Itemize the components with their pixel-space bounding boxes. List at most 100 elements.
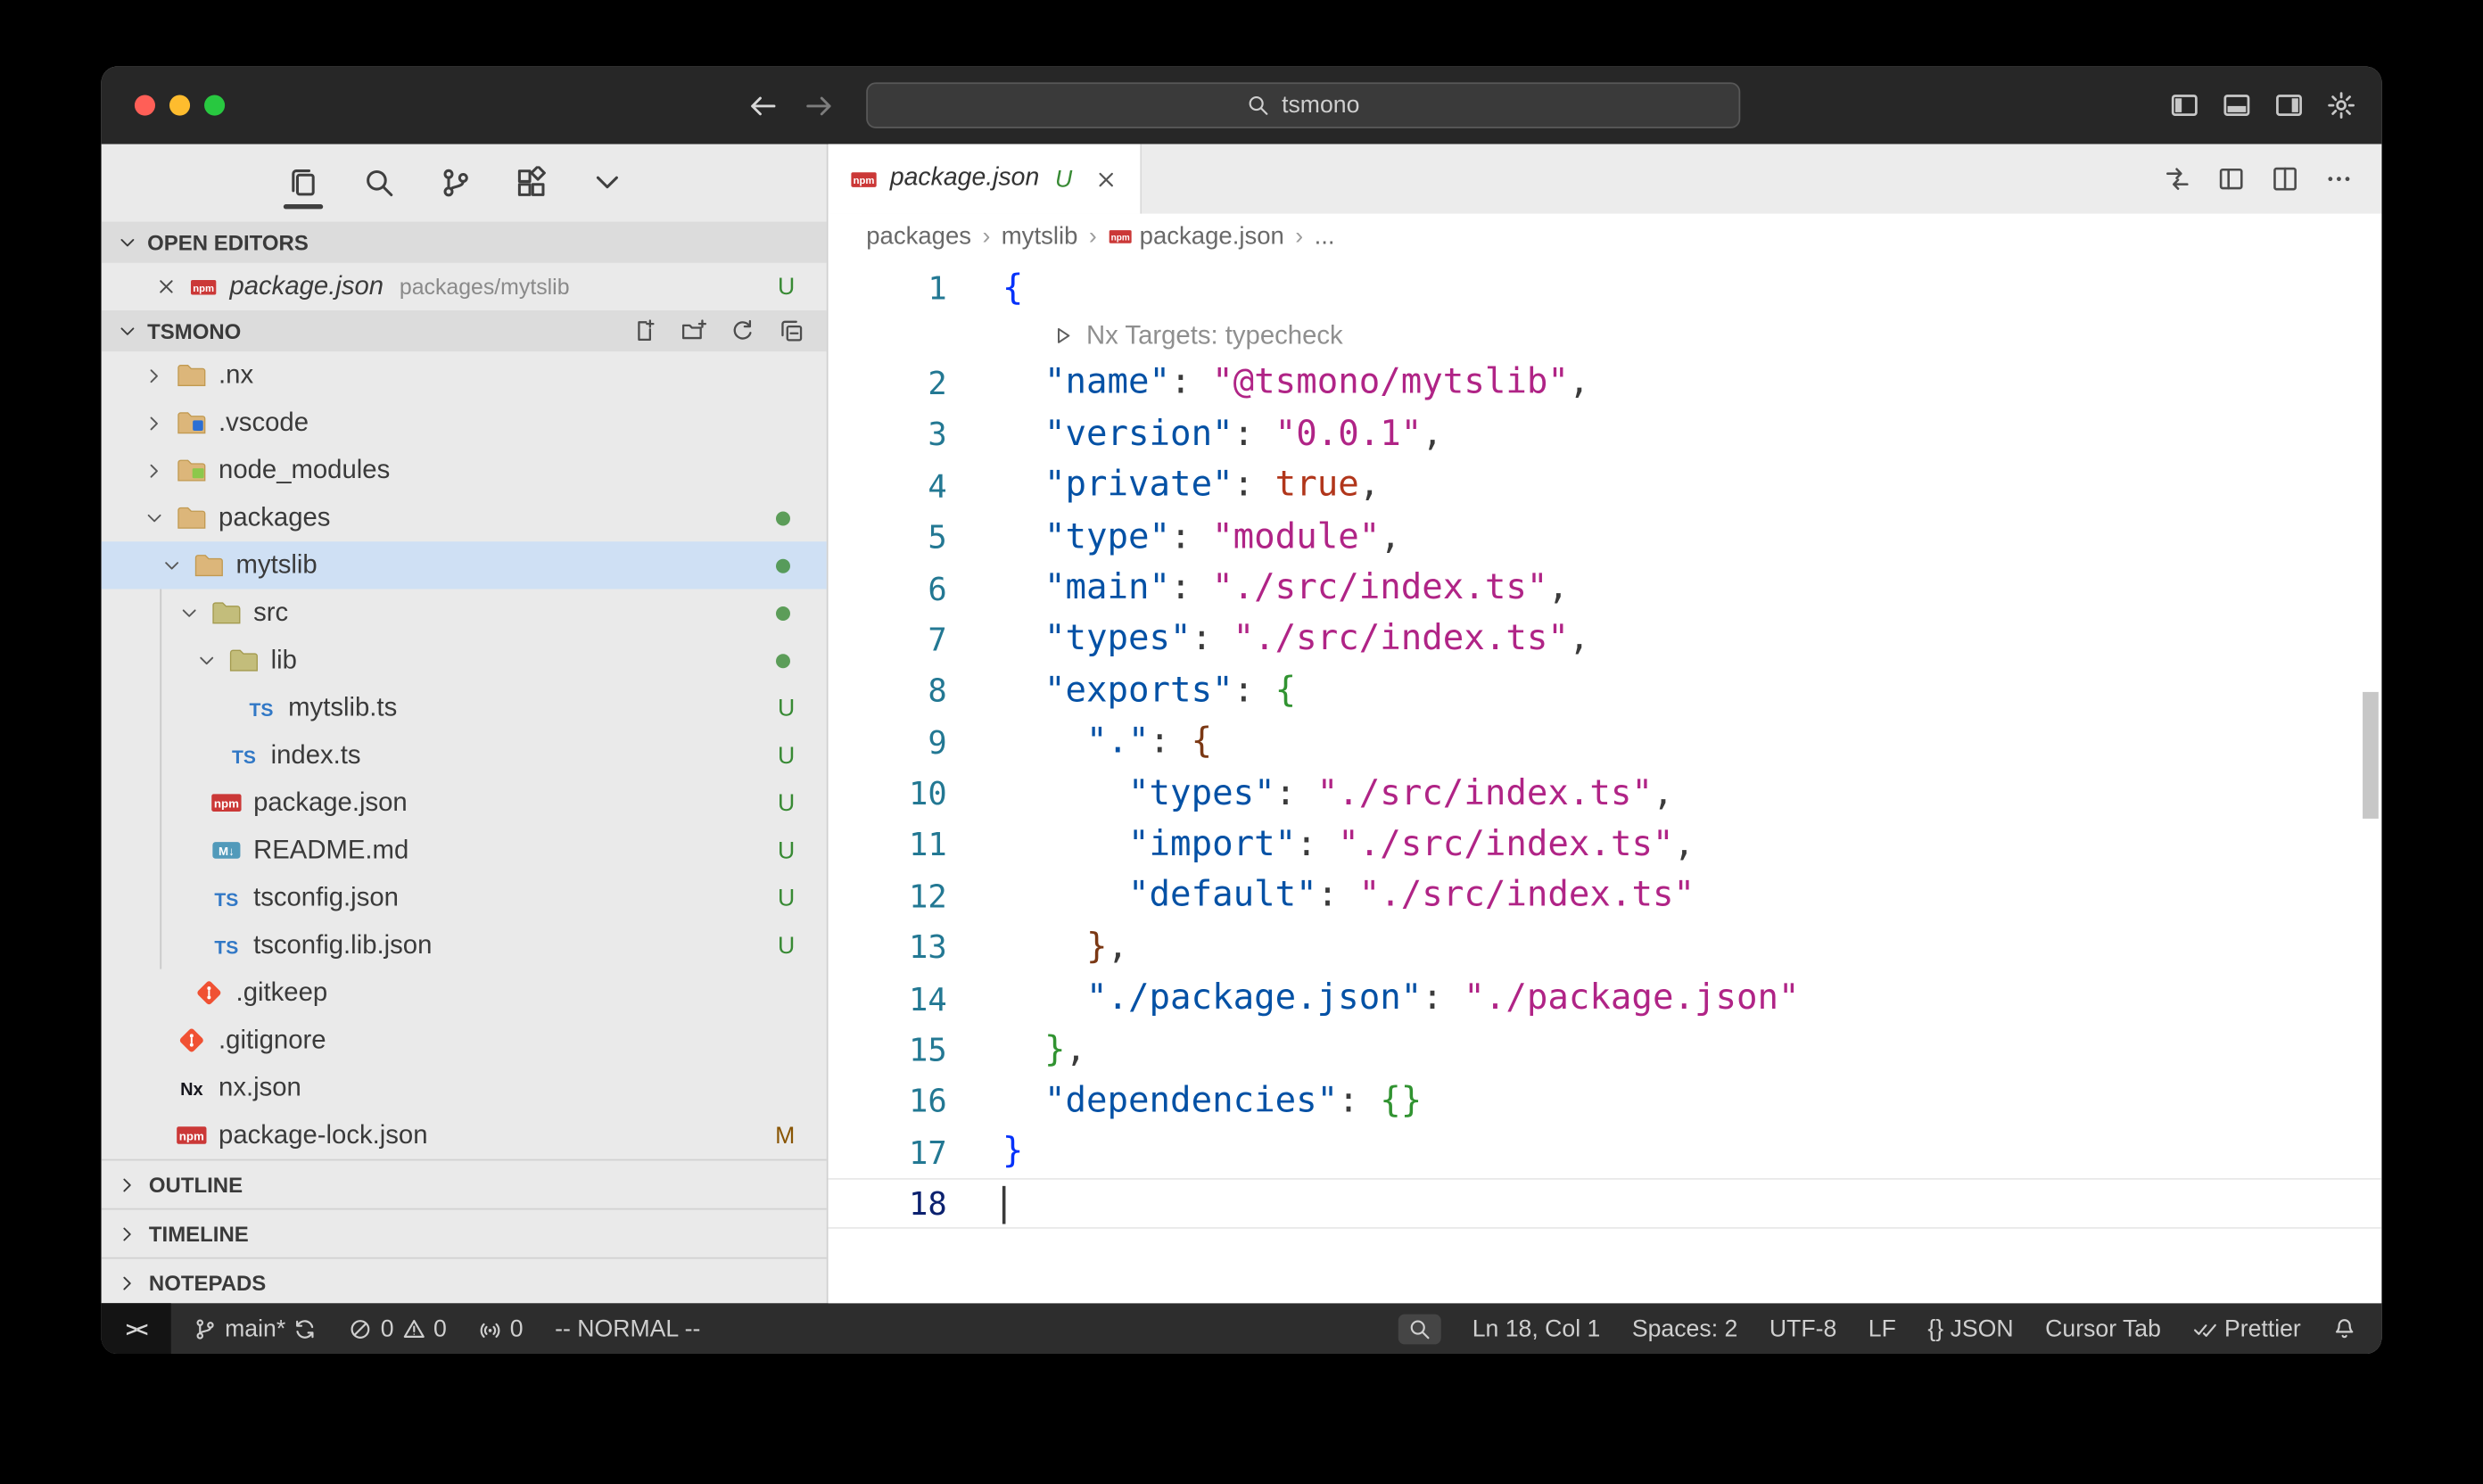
activity-icon-row [102, 144, 827, 222]
more-actions-button[interactable] [2324, 165, 2353, 194]
code-line-10[interactable]: 10 "types": "./src/index.ts", [829, 768, 2382, 820]
code-line-1[interactable]: 1{ [829, 263, 2382, 315]
status-vim-mode[interactable]: -- NORMAL -- [555, 1315, 700, 1342]
git-modified-dot [776, 511, 790, 525]
code-line-6[interactable]: 6 "main": "./src/index.ts", [829, 563, 2382, 614]
codelens-nx-targets[interactable]: Nx Targets: typecheck [829, 314, 2382, 358]
compare-changes-button[interactable] [2163, 165, 2191, 194]
toggle-primary-sidebar-button[interactable] [2169, 90, 2199, 120]
breadcrumb-item[interactable]: mytslib [1002, 222, 1078, 251]
new-folder-button[interactable] [681, 318, 705, 343]
tree-item-gitignore[interactable]: .gitignore [102, 1017, 827, 1064]
forward-button[interactable] [803, 89, 835, 121]
npm-icon: npm [174, 1119, 209, 1151]
line-content: "private": true, [947, 466, 1381, 505]
git-icon [192, 977, 227, 1009]
tree-item-lib[interactable]: lib [102, 637, 827, 684]
status-language-mode[interactable]: {} JSON [1927, 1315, 2013, 1342]
code-editor[interactable]: 1{Nx Targets: typecheck2 "name": "@tsmon… [829, 260, 2382, 1303]
tree-item-node-modules[interactable]: node_modules [102, 447, 827, 494]
tree-item-readme-md[interactable]: M↓README.mdU [102, 827, 827, 874]
split-editor-button[interactable] [2271, 165, 2299, 194]
status-cursor-position[interactable]: Ln 18, Col 1 [1472, 1315, 1601, 1342]
status-indentation[interactable]: Spaces: 2 [1632, 1315, 1737, 1342]
tree-item-src[interactable]: src [102, 589, 827, 636]
code-line-18[interactable]: 18 [829, 1178, 2382, 1230]
panel-notepads[interactable]: NOTEPADS [102, 1257, 827, 1303]
tree-item-label: src [253, 598, 288, 628]
refresh-explorer-button[interactable] [730, 318, 755, 343]
breadcrumb-label: ... [1315, 222, 1335, 251]
command-center-search[interactable]: tsmono [866, 82, 1740, 128]
code-line-7[interactable]: 7 "types": "./src/index.ts", [829, 614, 2382, 665]
status-remote-indicator[interactable]: >< [102, 1303, 171, 1354]
breadcrumb-item[interactable]: npmpackage.json [1108, 222, 1284, 251]
code-line-15[interactable]: 15 }, [829, 1025, 2382, 1076]
code-line-11[interactable]: 11 "import": "./src/index.ts", [829, 819, 2382, 870]
breadcrumb-item[interactable]: packages [866, 222, 971, 251]
minimize-window-button[interactable] [169, 95, 190, 116]
chevron-right-icon [133, 460, 174, 481]
explorer-header[interactable]: TSMONO [102, 310, 827, 351]
editor-scrollbar[interactable] [2363, 692, 2379, 819]
code-line-14[interactable]: 14 "./package.json": "./package.json" [829, 973, 2382, 1025]
view-explorer-button[interactable] [278, 153, 327, 212]
close-editor-button[interactable] [155, 276, 177, 298]
collapse-folders-button[interactable] [780, 318, 804, 343]
panel-outline[interactable]: OUTLINE [102, 1159, 827, 1208]
new-file-button[interactable] [631, 318, 656, 343]
tree-item-index-ts[interactable]: TSindex.tsU [102, 731, 827, 779]
close-tab-button[interactable] [1094, 167, 1118, 191]
line-number: 13 [829, 928, 947, 967]
open-editor-item[interactable]: npmpackage.jsonpackages/mytslibU [102, 263, 827, 310]
view-more-views-button[interactable] [582, 153, 631, 212]
view-extensions-button[interactable] [507, 153, 556, 212]
code-line-8[interactable]: 8 "exports": { [829, 665, 2382, 717]
tree-item-tsconfig-lib-json[interactable]: TStsconfig.lib.jsonU [102, 921, 827, 969]
toggle-secondary-sidebar-button[interactable] [2274, 90, 2305, 120]
zoom-window-button[interactable] [204, 95, 225, 116]
status-broadcast[interactable]: 0 [478, 1315, 523, 1342]
tree-item-nx-json[interactable]: Nxnx.json [102, 1064, 827, 1111]
tree-item-tsconfig-json[interactable]: TStsconfig.jsonU [102, 874, 827, 921]
status-git-branch[interactable]: main* [194, 1315, 318, 1342]
tab-package-json[interactable]: npmpackage.jsonU [829, 144, 1143, 214]
open-preview-button[interactable] [2217, 165, 2246, 194]
tree-item-package-lock-json[interactable]: npmpackage-lock.jsonM [102, 1111, 827, 1158]
status-zoom-indicator[interactable] [1398, 1314, 1440, 1344]
status-formatter-prettier[interactable]: Prettier [2192, 1315, 2300, 1342]
settings-button[interactable] [2326, 90, 2356, 120]
tree-item-nx[interactable]: .nx [102, 351, 827, 399]
close-window-button[interactable] [135, 95, 155, 116]
back-button[interactable] [747, 89, 780, 121]
tree-item-mytslib[interactable]: mytslib [102, 541, 827, 589]
open-editors-header[interactable]: OPEN EDITORS [102, 222, 827, 263]
view-search-button[interactable] [355, 153, 404, 212]
view-source-control-button[interactable] [431, 153, 480, 212]
code-line-4[interactable]: 4 "private": true, [829, 460, 2382, 512]
code-line-17[interactable]: 17} [829, 1127, 2382, 1179]
code-line-5[interactable]: 5 "type": "module", [829, 511, 2382, 563]
code-line-12[interactable]: 12 "default": "./src/index.ts" [829, 870, 2382, 922]
breadcrumb-item[interactable]: ... [1315, 222, 1335, 251]
tree-item-vscode[interactable]: .vscode [102, 399, 827, 446]
tree-item-label: .gitkeep [236, 977, 328, 1008]
code-line-13[interactable]: 13 }, [829, 921, 2382, 973]
tree-item-package-json[interactable]: npmpackage.jsonU [102, 779, 827, 827]
code-line-2[interactable]: 2 "name": "@tsmono/mytslib", [829, 358, 2382, 409]
open-editors-list: npmpackage.jsonpackages/mytslibU [102, 263, 827, 310]
tree-item-mytslib-ts[interactable]: TSmytslib.tsU [102, 684, 827, 731]
status-encoding[interactable]: UTF-8 [1769, 1315, 1836, 1342]
code-line-16[interactable]: 16 "dependencies": {} [829, 1076, 2382, 1127]
status-cursor-tab[interactable]: Cursor Tab [2045, 1315, 2161, 1342]
tree-item-gitkeep[interactable]: .gitkeep [102, 969, 827, 1017]
status-problems[interactable]: 00 [349, 1315, 447, 1342]
code-line-3[interactable]: 3 "version": "0.0.1", [829, 408, 2382, 460]
vscode-folder-icon [174, 407, 209, 439]
status-eol[interactable]: LF [1868, 1315, 1896, 1342]
tree-item-packages[interactable]: packages [102, 494, 827, 541]
status-notifications[interactable] [2332, 1316, 2356, 1340]
panel-timeline[interactable]: TIMELINE [102, 1208, 827, 1257]
toggle-panel-button[interactable] [2222, 90, 2252, 120]
code-line-9[interactable]: 9 ".": { [829, 716, 2382, 768]
